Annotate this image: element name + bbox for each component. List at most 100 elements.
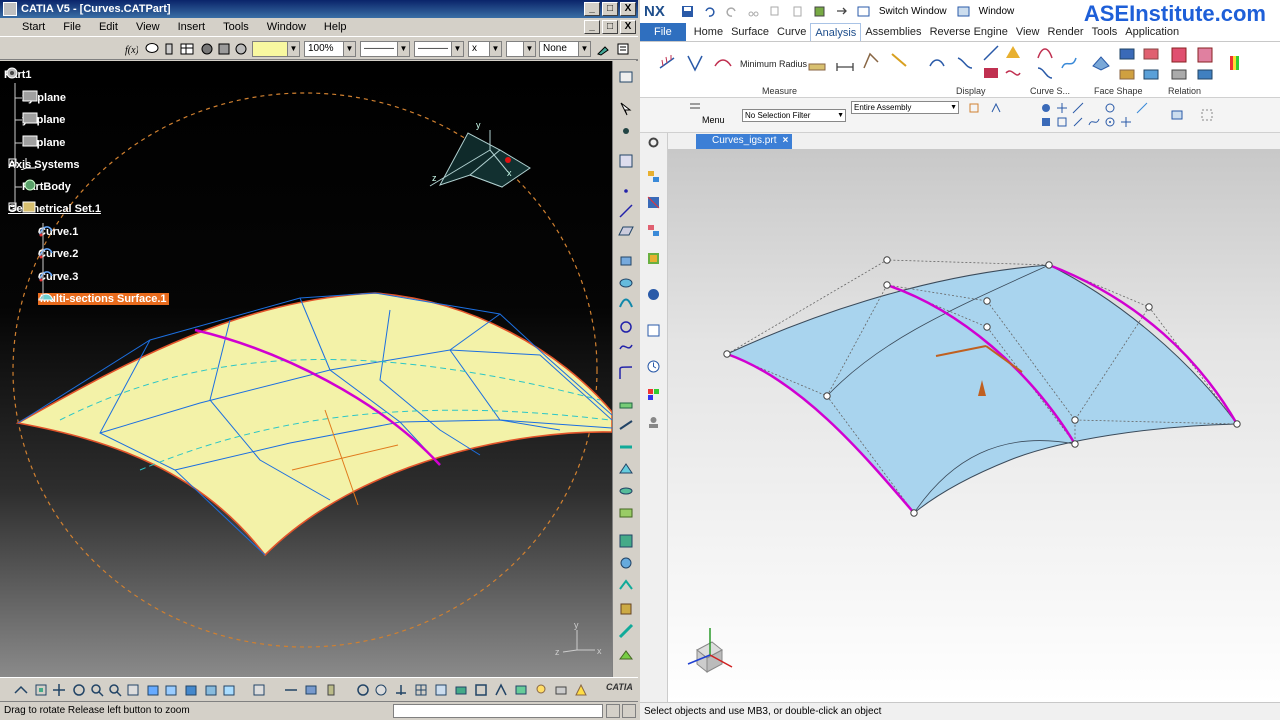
palette-icon[interactable] xyxy=(646,387,661,402)
camera-icon[interactable] xyxy=(554,683,568,697)
display-flow-icon[interactable] xyxy=(1004,64,1022,82)
table-tool-icon[interactable] xyxy=(434,683,448,697)
peak-icon[interactable] xyxy=(956,54,974,72)
painter-icon[interactable] xyxy=(596,42,610,56)
constraint-navigator-icon[interactable] xyxy=(646,195,661,210)
measure-length-icon[interactable] xyxy=(836,58,854,76)
command-icon[interactable] xyxy=(813,5,826,18)
angle-icon[interactable] xyxy=(686,54,704,72)
sketcher-icon[interactable] xyxy=(618,153,634,169)
bottle-icon[interactable] xyxy=(324,683,338,697)
menu-start[interactable]: Start xyxy=(0,21,54,33)
window-icon[interactable] xyxy=(957,5,970,18)
select-icon[interactable] xyxy=(618,101,634,117)
menu-icon[interactable] xyxy=(688,100,702,114)
revolve-icon[interactable] xyxy=(618,275,634,291)
trim-icon[interactable] xyxy=(618,439,634,455)
point-icon[interactable] xyxy=(618,123,634,139)
snap-point-icon[interactable] xyxy=(968,102,980,114)
properties-icon[interactable] xyxy=(616,42,630,56)
sweep-icon[interactable] xyxy=(618,295,634,311)
snap-grid-icon[interactable] xyxy=(1056,102,1068,114)
symmetry-icon[interactable] xyxy=(618,577,634,593)
render-style-field[interactable]: ▼ xyxy=(506,41,536,57)
material-icon[interactable] xyxy=(217,42,231,56)
rotate-view-icon[interactable] xyxy=(72,683,86,697)
light-icon[interactable] xyxy=(534,683,548,697)
multi-view-icon[interactable] xyxy=(164,683,178,697)
table-icon[interactable] xyxy=(180,42,194,56)
menu-file[interactable]: File xyxy=(54,21,90,33)
settings-gear-icon[interactable] xyxy=(646,135,661,150)
menu-insert[interactable]: Insert xyxy=(169,21,215,33)
transparency-field[interactable]: 100% ▼ xyxy=(304,41,356,57)
redo-icon[interactable] xyxy=(725,5,738,18)
tab-application[interactable]: Application xyxy=(1121,23,1183,41)
measure-distance-icon[interactable] xyxy=(808,58,826,76)
tab-view[interactable]: View xyxy=(1012,23,1044,41)
extrude-icon[interactable] xyxy=(618,253,634,269)
sphere-select-icon[interactable] xyxy=(1040,102,1052,114)
slope-icon[interactable] xyxy=(1118,66,1136,84)
measure-between-icon[interactable] xyxy=(284,683,298,697)
highlight-icon[interactable] xyxy=(574,683,588,697)
display-poles-icon[interactable] xyxy=(982,44,1000,62)
part-navigator-icon[interactable] xyxy=(646,223,661,238)
layer-field[interactable]: None ▼ xyxy=(539,41,591,57)
normal-view-icon[interactable] xyxy=(126,683,140,697)
gap-icon[interactable] xyxy=(1196,66,1214,84)
sphere-icon[interactable] xyxy=(200,42,214,56)
display-cone-icon[interactable] xyxy=(1004,44,1022,62)
repeat-command-icon[interactable] xyxy=(835,5,848,18)
clock-icon[interactable] xyxy=(646,359,661,374)
menu-tools[interactable]: Tools xyxy=(214,21,258,33)
swap-space-icon[interactable] xyxy=(222,683,236,697)
edge-continuity-icon[interactable] xyxy=(1196,46,1214,64)
save-icon[interactable] xyxy=(681,5,694,18)
maximize-button[interactable]: □ xyxy=(602,2,618,16)
snap-intersection-icon[interactable] xyxy=(1120,116,1132,128)
catia-3d-viewport[interactable]: y z x y x z Part1 xy plane yz plane zx p… xyxy=(0,61,612,677)
frame-icon[interactable] xyxy=(474,683,488,697)
tab-render[interactable]: Render xyxy=(1044,23,1088,41)
view-triad-icon[interactable] xyxy=(1200,108,1214,122)
selection-filter-dropdown[interactable]: No Selection Filter ▼ xyxy=(742,109,846,122)
snap-curve-icon[interactable] xyxy=(1088,116,1100,128)
reuse-library-icon[interactable] xyxy=(646,251,661,266)
nx-graphics-window[interactable] xyxy=(668,149,1280,702)
hedgehog-icon[interactable] xyxy=(658,54,676,72)
apply-material-icon[interactable] xyxy=(234,42,248,56)
shading-icon[interactable] xyxy=(184,683,198,697)
snap-line-icon[interactable] xyxy=(1072,102,1084,114)
undo-icon[interactable] xyxy=(703,5,716,18)
paste-icon[interactable] xyxy=(791,5,804,18)
close-tab-icon[interactable]: × xyxy=(782,135,788,146)
render-icon[interactable] xyxy=(514,683,528,697)
dot-icon[interactable] xyxy=(618,183,634,199)
point-symbol-field[interactable]: x ▼ xyxy=(468,41,502,57)
snap-face-icon[interactable] xyxy=(1056,116,1068,128)
join-icon[interactable] xyxy=(618,397,634,413)
tab-home[interactable]: Home xyxy=(690,23,727,41)
history-icon[interactable] xyxy=(646,323,661,338)
spline-icon[interactable] xyxy=(618,339,634,355)
tab-curve[interactable]: Curve xyxy=(773,23,810,41)
distance-icon[interactable] xyxy=(1170,66,1188,84)
view-orient-icon[interactable] xyxy=(1170,108,1184,122)
circle-icon[interactable] xyxy=(618,319,634,335)
selection-scope-dropdown[interactable]: Entire Assembly ▼ xyxy=(851,101,959,114)
compass-tool-icon[interactable] xyxy=(494,683,508,697)
scaling-icon[interactable] xyxy=(618,601,634,617)
globe-icon[interactable] xyxy=(374,683,388,697)
tab-surface[interactable]: Surface xyxy=(727,23,773,41)
switch-window-icon[interactable] xyxy=(857,5,870,18)
tab-reverse-engineering[interactable]: Reverse Engine xyxy=(926,23,1012,41)
face-curvature-icon[interactable] xyxy=(1092,54,1110,72)
switch-window-button[interactable]: Switch Window xyxy=(879,6,947,17)
fill-icon[interactable] xyxy=(618,461,634,477)
section-analysis-icon[interactable] xyxy=(1142,46,1160,64)
curve-analysis-icon[interactable] xyxy=(1036,44,1054,62)
extrapolate-icon[interactable] xyxy=(618,647,634,663)
display-knots-icon[interactable] xyxy=(982,64,1000,82)
menu-help[interactable]: Help xyxy=(315,21,356,33)
